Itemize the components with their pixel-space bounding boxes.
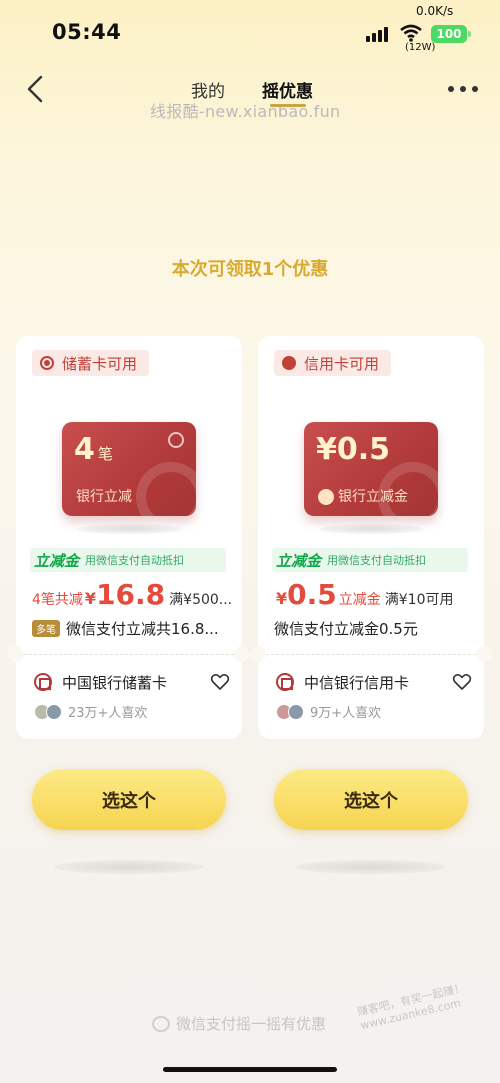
avatar [288,703,304,720]
card-type-tag: 信用卡可用 [274,350,392,376]
card-type-label: 储蓄卡可用 [62,354,138,373]
offer-card-credit[interactable]: 信用卡可用 ¥0.5 银行立减金 立减金 用微信支付自动抵扣 ¥ 0.5 立减金… [250,336,492,739]
status-time: 05:44 [52,20,122,44]
signal-icon [366,26,390,42]
instant-discount-tag: 立减金 [34,551,80,570]
multi-badge: 多笔 [32,620,60,637]
boc-logo-icon [34,673,52,691]
card-shadow [320,524,424,534]
card-notch-right [476,646,492,662]
bank-icon [40,356,54,370]
price-amount: 0.5 [287,578,337,611]
card-notch-right [234,646,250,662]
decor-circle [136,462,196,516]
price-row: 4笔共减 ¥ 16.8 满¥500... [32,578,237,611]
instant-discount-desc: 用微信支付自动抵扣 [327,554,427,567]
credit-card-icon [282,356,296,370]
net-speed: 0.0K/s [416,4,454,18]
card-type-label: 信用卡可用 [304,354,380,373]
price-condition: 满¥10可用 [384,592,454,608]
instant-discount-row: 立减金 用微信支付自动抵扣 [30,548,226,572]
instant-discount-row: 立减金 用微信支付自动抵扣 [272,548,468,572]
bank-card-image: 4笔 银行立减 [62,422,196,516]
status-bar: 05:44 0.0K/s (12W) 100 [0,0,500,60]
heart-icon[interactable] [452,672,472,692]
heart-icon[interactable] [210,672,230,692]
offer-desc: 微信支付立减共16.8... [66,620,219,638]
choose-debit-button[interactable]: 选这个 [32,769,226,830]
card-notch-left [8,646,24,662]
likes-row: 23万+人喜欢 [34,702,147,721]
price-currency: ¥ [84,589,97,608]
more-button[interactable] [448,86,480,94]
card-image-label: 银行立减 [76,489,132,505]
card-image-count: 4 [74,432,95,467]
footer-brand: 微信支付摇一摇有优惠 [152,1013,326,1034]
card-image-unit: 笔 [97,445,113,463]
offer-desc: 微信支付立减金0.5元 [274,620,418,638]
bank-row: 中国银行储蓄卡 [34,670,230,694]
wechat-pay-icon [152,1015,170,1032]
watermark-text: 线报酷-new.xianbao.fun [150,102,341,121]
likes-row: 9万+人喜欢 [276,702,381,721]
button-shadow [296,860,446,874]
offer-card-debit[interactable]: 储蓄卡可用 4笔 银行立减 立减金 用微信支付自动抵扣 4笔共减 ¥ 16.8 … [8,336,250,739]
price-condition: 满¥500... [169,592,233,608]
price-unit: 立减金 [338,592,381,608]
instant-discount-desc: 用微信支付自动抵扣 [85,554,185,567]
wifi-speed-label: (12W) [405,42,436,53]
offer-desc-row: 多笔 微信支付立减共16.8... [32,618,238,639]
choose-credit-button[interactable]: 选这个 [274,769,468,830]
footer-brand-text: 微信支付摇一摇有优惠 [176,1015,327,1033]
card-divider [266,654,476,655]
offer-desc-row: 微信支付立减金0.5元 [274,618,480,639]
home-indicator [163,1067,337,1072]
wechat-pay-icon [318,489,334,505]
card-shadow [78,524,182,534]
card-type-tag: 储蓄卡可用 [32,350,150,376]
citic-logo-icon [276,673,294,691]
bank-logo-icon [168,432,184,448]
avatar [46,703,62,720]
card-notch-left [250,646,266,662]
price-amount: 16.8 [96,578,166,611]
bank-row: 中信银行信用卡 [276,670,472,694]
bank-name: 中国银行储蓄卡 [62,673,168,692]
card-divider [24,654,234,655]
wifi-icon [400,24,422,42]
decor-circle [378,462,438,516]
price-prefix: 4笔共减 [32,592,83,608]
battery-icon: 100 [431,25,471,43]
price-row: ¥ 0.5 立减金 满¥10可用 [274,578,479,611]
price-currency: ¥ [276,589,288,608]
bank-name: 中信银行信用卡 [304,673,410,692]
instant-discount-tag: 立减金 [276,551,322,570]
likes-count: 23万+人喜欢 [68,706,148,721]
likes-count: 9万+人喜欢 [310,706,382,721]
button-shadow [54,860,204,874]
back-button[interactable] [24,74,48,104]
bank-card-image: ¥0.5 银行立减金 [304,422,438,516]
offer-count-title: 本次可领取1个优惠 [171,259,329,280]
card-image-amount: ¥0.5 [316,432,391,467]
site-watermark: 赚客吧，有奖一起赚！ www.zuanke8.com [356,981,469,1033]
